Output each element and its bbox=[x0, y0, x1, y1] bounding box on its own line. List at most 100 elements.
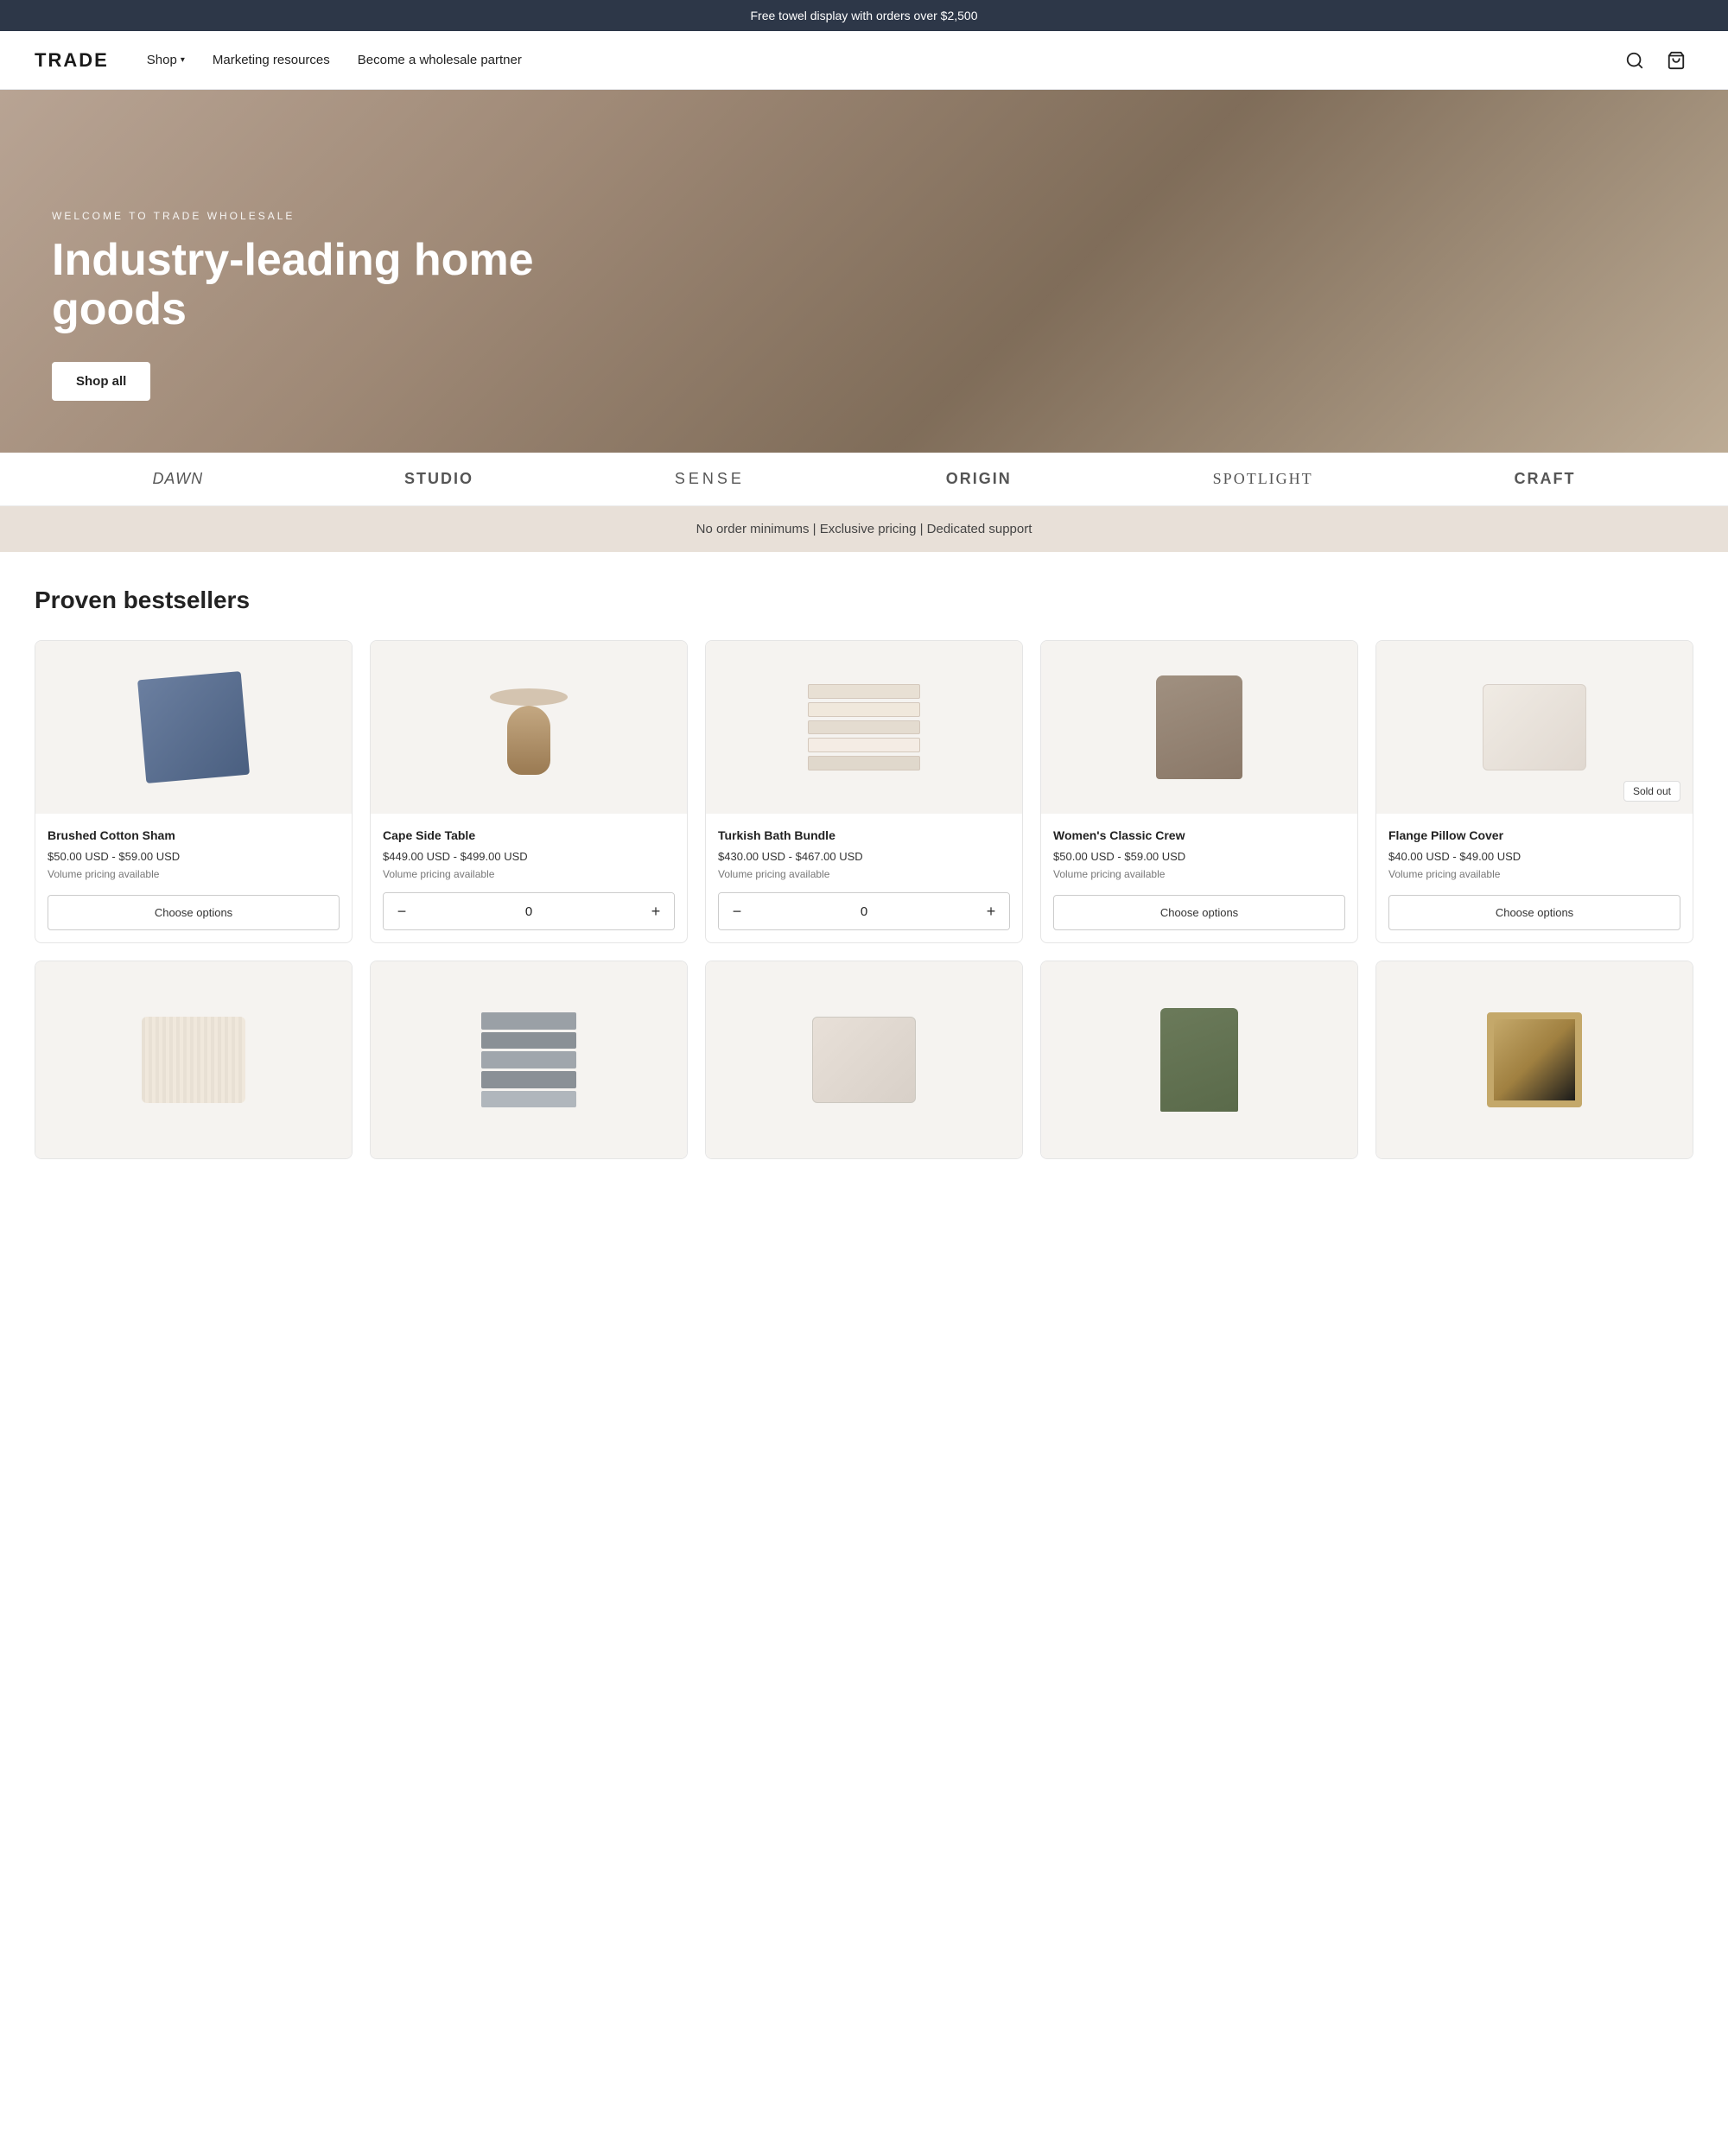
product-image-wrap: Sold out bbox=[1376, 641, 1693, 814]
product-info: Women's Classic Crew $50.00 USD - $59.00… bbox=[1041, 814, 1357, 942]
nav: Shop ▾ Marketing resources Become a whol… bbox=[135, 46, 1617, 74]
product-image-knit-pillow bbox=[142, 1017, 245, 1103]
cart-button[interactable] bbox=[1659, 43, 1693, 78]
hero-cta-button[interactable]: Shop all bbox=[52, 362, 150, 401]
table-top bbox=[490, 688, 568, 706]
product-image-wrap bbox=[371, 641, 687, 814]
product-image-wrap bbox=[706, 961, 1022, 1158]
product-info: Turkish Bath Bundle $430.00 USD - $467.0… bbox=[706, 814, 1022, 942]
product-image-wrap bbox=[35, 641, 352, 814]
product-price: $430.00 USD - $467.00 USD bbox=[718, 850, 1010, 863]
product-card-brushed-cotton-sham: Brushed Cotton Sham $50.00 USD - $59.00 … bbox=[35, 640, 353, 943]
search-icon bbox=[1625, 51, 1644, 70]
section-title: Proven bestsellers bbox=[35, 587, 1693, 614]
product-image-wrap bbox=[706, 641, 1022, 814]
brand-origin[interactable]: ORIGIN bbox=[946, 470, 1012, 488]
product-name: Turkish Bath Bundle bbox=[718, 828, 1010, 843]
cart-icon bbox=[1667, 51, 1686, 70]
product-actions: − 0 + bbox=[718, 892, 1010, 930]
qty-increase-button[interactable]: + bbox=[638, 893, 674, 929]
product-image-wrap bbox=[1376, 961, 1693, 1158]
quantity-control: − 0 + bbox=[718, 892, 1010, 930]
product-actions: Choose options bbox=[1053, 895, 1345, 930]
hero-title: Industry-leading home goods bbox=[52, 236, 570, 334]
search-button[interactable] bbox=[1617, 43, 1652, 78]
product-actions: Choose options bbox=[1388, 895, 1680, 930]
sold-out-badge: Sold out bbox=[1623, 781, 1680, 802]
product-image-pants bbox=[1160, 1008, 1238, 1112]
product-card-gray-towels[interactable] bbox=[370, 961, 688, 1159]
qty-increase-button[interactable]: + bbox=[973, 893, 1009, 929]
product-volume-pricing: Volume pricing available bbox=[1388, 868, 1680, 883]
products-section: Proven bestsellers Brushed Cotton Sham $… bbox=[0, 552, 1728, 1211]
product-card-turkish-bath-bundle: Turkish Bath Bundle $430.00 USD - $467.0… bbox=[705, 640, 1023, 943]
product-info: Flange Pillow Cover $40.00 USD - $49.00 … bbox=[1376, 814, 1693, 942]
product-image-table bbox=[490, 680, 568, 775]
product-image-wrap bbox=[1041, 641, 1357, 814]
nav-marketing-resources[interactable]: Marketing resources bbox=[200, 46, 342, 74]
quantity-control: − 0 + bbox=[383, 892, 675, 930]
product-card-knit-pillow[interactable] bbox=[35, 961, 353, 1159]
product-card-linen-sham[interactable] bbox=[705, 961, 1023, 1159]
product-image-wrap bbox=[35, 961, 352, 1158]
value-prop-text: No order minimums | Exclusive pricing | … bbox=[696, 522, 1032, 536]
nav-shop[interactable]: Shop ▾ bbox=[135, 46, 197, 74]
chevron-down-icon: ▾ bbox=[181, 55, 185, 65]
product-name: Women's Classic Crew bbox=[1053, 828, 1345, 843]
products-grid-row1: Brushed Cotton Sham $50.00 USD - $59.00 … bbox=[35, 640, 1693, 943]
announcement-text: Free towel display with orders over $2,5… bbox=[750, 9, 977, 22]
hero-content: WELCOME TO TRADE WHOLESALE Industry-lead… bbox=[52, 210, 570, 401]
header-actions bbox=[1617, 43, 1693, 78]
choose-options-button-pillow[interactable]: Choose options bbox=[1388, 895, 1680, 930]
product-price: $50.00 USD - $59.00 USD bbox=[1053, 850, 1345, 863]
announcement-bar: Free towel display with orders over $2,5… bbox=[0, 0, 1728, 31]
table-leg bbox=[507, 706, 550, 775]
choose-options-button-sham[interactable]: Choose options bbox=[48, 895, 340, 930]
product-volume-pricing: Volume pricing available bbox=[48, 868, 340, 883]
hero-section: WELCOME TO TRADE WHOLESALE Industry-lead… bbox=[0, 90, 1728, 453]
header: TRADE Shop ▾ Marketing resources Become … bbox=[0, 31, 1728, 90]
brands-bar: Dawn STUDIO SENSE ORIGIN spotlight CRAFT bbox=[0, 453, 1728, 506]
product-info: Cape Side Table $449.00 USD - $499.00 US… bbox=[371, 814, 687, 942]
product-image-linen-sham bbox=[812, 1017, 916, 1103]
brand-spotlight[interactable]: spotlight bbox=[1213, 470, 1313, 488]
product-card-flange-pillow-cover: Sold out Flange Pillow Cover $40.00 USD … bbox=[1375, 640, 1693, 943]
product-card-cape-side-table: Cape Side Table $449.00 USD - $499.00 US… bbox=[370, 640, 688, 943]
product-volume-pricing: Volume pricing available bbox=[383, 868, 675, 880]
product-price: $449.00 USD - $499.00 USD bbox=[383, 850, 675, 863]
product-name: Brushed Cotton Sham bbox=[48, 828, 340, 843]
product-actions: Choose options bbox=[48, 895, 340, 930]
qty-decrease-button[interactable]: − bbox=[384, 893, 420, 929]
hero-eyebrow: WELCOME TO TRADE WHOLESALE bbox=[52, 210, 570, 222]
product-volume-pricing: Volume pricing available bbox=[1053, 868, 1345, 883]
product-card-frame[interactable] bbox=[1375, 961, 1693, 1159]
product-image-sham bbox=[137, 671, 250, 783]
qty-decrease-button[interactable]: − bbox=[719, 893, 755, 929]
product-image-wrap bbox=[371, 961, 687, 1158]
product-info: Brushed Cotton Sham $50.00 USD - $59.00 … bbox=[35, 814, 352, 942]
nav-wholesale-partner[interactable]: Become a wholesale partner bbox=[346, 46, 534, 74]
brand-studio[interactable]: STUDIO bbox=[404, 470, 473, 488]
product-image-crew bbox=[1156, 675, 1242, 779]
product-name: Cape Side Table bbox=[383, 828, 675, 843]
product-image-frame bbox=[1487, 1012, 1582, 1107]
product-image-towels bbox=[808, 684, 920, 770]
qty-value: 0 bbox=[755, 904, 973, 919]
product-image-pillow bbox=[1483, 684, 1586, 770]
brand-craft[interactable]: CRAFT bbox=[1515, 470, 1576, 488]
product-price: $40.00 USD - $49.00 USD bbox=[1388, 850, 1680, 863]
product-card-womens-classic-crew: Women's Classic Crew $50.00 USD - $59.00… bbox=[1040, 640, 1358, 943]
value-prop-bar: No order minimums | Exclusive pricing | … bbox=[0, 506, 1728, 552]
product-image-wrap bbox=[1041, 961, 1357, 1158]
logo[interactable]: TRADE bbox=[35, 49, 109, 72]
product-volume-pricing: Volume pricing available bbox=[718, 868, 1010, 880]
brand-sense[interactable]: SENSE bbox=[675, 470, 745, 488]
product-price: $50.00 USD - $59.00 USD bbox=[48, 850, 340, 863]
product-image-gray-towels bbox=[481, 1012, 576, 1107]
choose-options-button-crew[interactable]: Choose options bbox=[1053, 895, 1345, 930]
products-grid-row2 bbox=[35, 961, 1693, 1159]
product-name: Flange Pillow Cover bbox=[1388, 828, 1680, 843]
brand-dawn[interactable]: Dawn bbox=[152, 470, 203, 488]
product-card-pants[interactable] bbox=[1040, 961, 1358, 1159]
qty-value: 0 bbox=[420, 904, 638, 919]
